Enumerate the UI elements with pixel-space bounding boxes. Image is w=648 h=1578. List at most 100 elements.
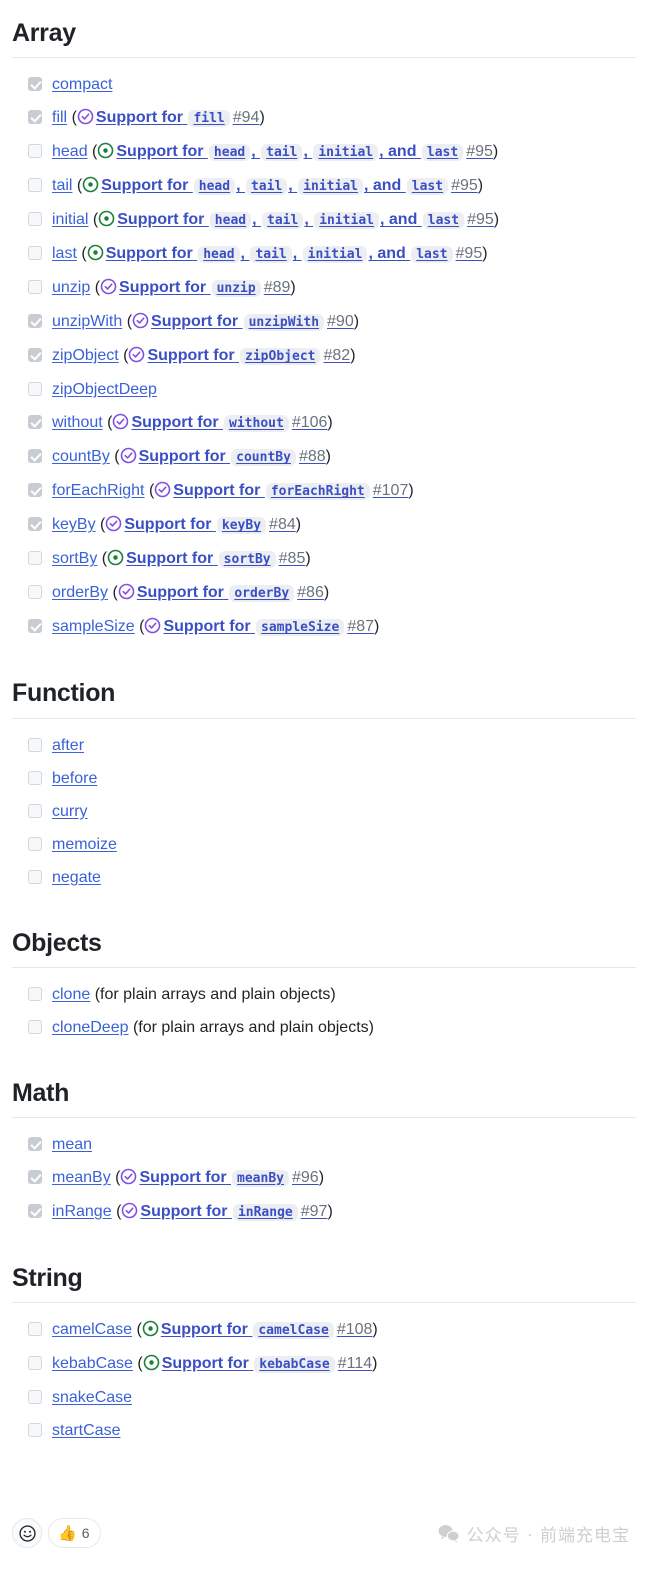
task-checkbox[interactable]: [28, 280, 42, 295]
function-link[interactable]: memoize: [52, 836, 117, 853]
task-list-item: orderBy (Support for orderBy #86): [28, 580, 636, 614]
pull-request-link[interactable]: Support for meanBy #96: [139, 1169, 319, 1187]
pull-request-link[interactable]: Support for kebabCase #114: [162, 1355, 372, 1374]
function-link[interactable]: last: [52, 245, 77, 262]
pull-request-link[interactable]: Support for unzipWith #90: [151, 313, 354, 332]
pull-request-link[interactable]: Support for sortBy #85: [126, 550, 305, 569]
pr-code-token: last: [422, 212, 465, 230]
function-link[interactable]: zipObjectDeep: [52, 381, 157, 398]
function-link[interactable]: snakeCase: [52, 1389, 132, 1406]
pr-prefix: Support for: [163, 618, 251, 636]
pr-prefix: Support for: [105, 245, 193, 263]
close-paren: ): [493, 211, 500, 229]
task-checkbox[interactable]: [28, 144, 42, 159]
task-checkbox[interactable]: [28, 619, 42, 634]
pull-request-link[interactable]: Support for fill #94: [96, 109, 259, 128]
function-link[interactable]: inRange: [52, 1203, 112, 1220]
function-link[interactable]: compact: [52, 76, 112, 93]
task-checkbox[interactable]: [28, 1390, 42, 1405]
task-checkbox[interactable]: [28, 483, 42, 498]
function-link[interactable]: negate: [52, 869, 101, 886]
task-checkbox[interactable]: [28, 585, 42, 600]
pull-request-link[interactable]: Support for head, tail, initial, and las…: [105, 245, 482, 264]
task-checkbox[interactable]: [28, 348, 42, 363]
function-link[interactable]: sortBy: [52, 550, 97, 567]
task-list-item: initial (Support for head, tail, initial…: [28, 207, 636, 241]
task-checkbox[interactable]: [28, 77, 42, 92]
function-link[interactable]: meanBy: [52, 1169, 111, 1186]
function-link[interactable]: before: [52, 770, 97, 787]
function-link[interactable]: without: [52, 414, 103, 431]
function-link[interactable]: countBy: [52, 448, 110, 465]
pull-request-link[interactable]: Support for head, tail, initial, and las…: [116, 143, 493, 162]
function-link[interactable]: head: [52, 143, 88, 160]
task-checkbox[interactable]: [28, 246, 42, 261]
pull-request-link[interactable]: Support for camelCase #108: [161, 1321, 372, 1340]
pull-request-link[interactable]: Support for inRange #97: [140, 1203, 327, 1221]
function-link[interactable]: kebabCase: [52, 1355, 133, 1372]
task-checkbox[interactable]: [28, 415, 42, 430]
pull-request-link[interactable]: Support for forEachRight #107: [173, 482, 408, 501]
task-checkbox[interactable]: [28, 449, 42, 464]
task-checkbox[interactable]: [28, 869, 42, 884]
merged-pull-request-icon: [113, 413, 129, 430]
pr-code-token: sortBy: [218, 551, 276, 569]
close-paren: ): [477, 177, 484, 195]
task-checkbox[interactable]: [28, 986, 42, 1001]
close-paren: ): [492, 143, 499, 161]
task-checkbox[interactable]: [28, 1137, 42, 1151]
task-list-item: sortBy (Support for sortBy #85): [28, 546, 636, 580]
pull-request-link[interactable]: Support for orderBy #86: [137, 584, 324, 603]
task-checkbox[interactable]: [28, 517, 42, 532]
task-checkbox[interactable]: [28, 314, 42, 329]
task-checkbox[interactable]: [28, 110, 42, 125]
function-link[interactable]: curry: [52, 803, 88, 820]
function-link[interactable]: tail: [52, 177, 72, 194]
pull-request-link[interactable]: Support for keyBy #84: [124, 516, 296, 535]
task-checkbox[interactable]: [28, 770, 42, 785]
function-link[interactable]: forEachRight: [52, 482, 145, 499]
add-reaction-button[interactable]: [12, 1518, 42, 1548]
task-list-item: tail (Support for head, tail, initial, a…: [28, 173, 636, 207]
function-link[interactable]: cloneDeep: [52, 1019, 129, 1036]
pull-request-link[interactable]: Support for unzip #89: [119, 279, 290, 298]
function-link[interactable]: mean: [52, 1136, 92, 1153]
task-checkbox[interactable]: [28, 1170, 42, 1184]
pull-request-link[interactable]: Support for without #106: [131, 414, 327, 433]
function-link[interactable]: initial: [52, 211, 88, 228]
task-checkbox[interactable]: [28, 1204, 42, 1218]
function-link[interactable]: after: [52, 737, 84, 754]
task-checkbox[interactable]: [28, 551, 42, 566]
function-link[interactable]: unzipWith: [52, 313, 122, 330]
function-link[interactable]: unzip: [52, 279, 90, 296]
task-checkbox[interactable]: [28, 382, 42, 397]
pull-request-link[interactable]: Support for zipObject #82: [147, 347, 350, 366]
task-checkbox[interactable]: [28, 1423, 42, 1438]
pr-code-token: countBy: [231, 449, 296, 467]
function-link[interactable]: camelCase: [52, 1321, 132, 1338]
task-checkbox[interactable]: [28, 803, 42, 818]
reaction-thumbs-up[interactable]: 👍 6: [48, 1518, 102, 1548]
function-link[interactable]: keyBy: [52, 516, 96, 533]
pr-prefix: Support for: [116, 143, 204, 161]
function-link[interactable]: orderBy: [52, 584, 108, 601]
function-link[interactable]: zipObject: [52, 347, 119, 364]
pull-request-link[interactable]: Support for head, tail, initial, and las…: [117, 211, 494, 230]
task-checkbox[interactable]: [28, 212, 42, 227]
task-list-item: meanBy (Support for meanBy #96): [28, 1165, 636, 1199]
pull-request-link[interactable]: Support for countBy #88: [139, 448, 326, 467]
task-checkbox[interactable]: [28, 178, 42, 193]
pull-request-link[interactable]: Support for sampleSize #87: [163, 618, 375, 637]
function-link[interactable]: sampleSize: [52, 618, 135, 635]
task-checkbox[interactable]: [28, 737, 42, 752]
function-link[interactable]: startCase: [52, 1422, 120, 1439]
pull-request-link[interactable]: Support for head, tail, initial, and las…: [101, 177, 478, 196]
task-checkbox[interactable]: [28, 836, 42, 851]
task-list: camelCase (Support for camelCase #108) keb…: [12, 1317, 636, 1451]
task-checkbox[interactable]: [28, 1322, 42, 1337]
function-link[interactable]: clone: [52, 986, 90, 1003]
task-checkbox[interactable]: [28, 1019, 42, 1034]
pr-number: #87: [347, 618, 375, 636]
task-checkbox[interactable]: [28, 1356, 42, 1371]
function-link[interactable]: fill: [52, 109, 67, 126]
